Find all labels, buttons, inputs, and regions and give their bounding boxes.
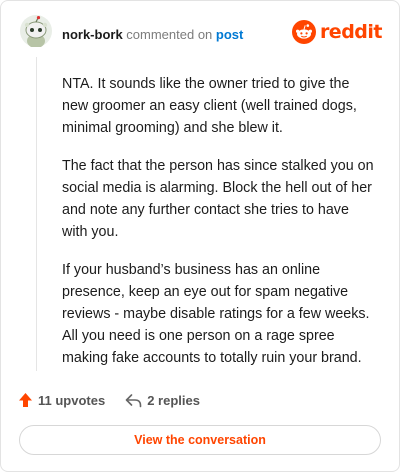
upvote-button[interactable]: 11 upvotes	[18, 392, 105, 408]
snoo-avatar-icon[interactable]	[20, 15, 52, 47]
comment-paragraph: The fact that the person has since stalk…	[62, 158, 374, 240]
replies-button[interactable]: 2 replies	[125, 393, 200, 408]
thread-line	[36, 57, 37, 371]
comment-actions: 11 upvotes 2 replies	[18, 389, 200, 411]
embedded-comment-card: nork-bork commented on post reddit NTA. …	[0, 0, 400, 472]
upvote-arrow-icon	[19, 393, 32, 407]
upvote-count: 11 upvotes	[38, 392, 106, 408]
reddit-logo-icon	[291, 20, 316, 44]
post-link[interactable]: post	[216, 27, 243, 42]
comment-meta: nork-bork commented on post	[62, 27, 243, 43]
comment-header: nork-bork commented on post reddit	[20, 15, 383, 55]
reddit-logo[interactable]: reddit	[291, 19, 383, 45]
view-conversation-button[interactable]: View the conversation	[19, 425, 381, 455]
reddit-wordmark: reddit	[319, 21, 383, 43]
comment-paragraph: NTA. It sounds like the owner tried to g…	[62, 76, 357, 136]
commented-on-text: commented on	[126, 27, 213, 42]
comment-paragraph: If your husband’s business has an online…	[62, 262, 370, 366]
reply-count: 2 replies	[147, 392, 200, 408]
comment-body: NTA. It sounds like the owner tried to g…	[62, 73, 374, 385]
username-link[interactable]: nork-bork	[62, 27, 123, 42]
reply-arrow-icon	[125, 393, 142, 407]
